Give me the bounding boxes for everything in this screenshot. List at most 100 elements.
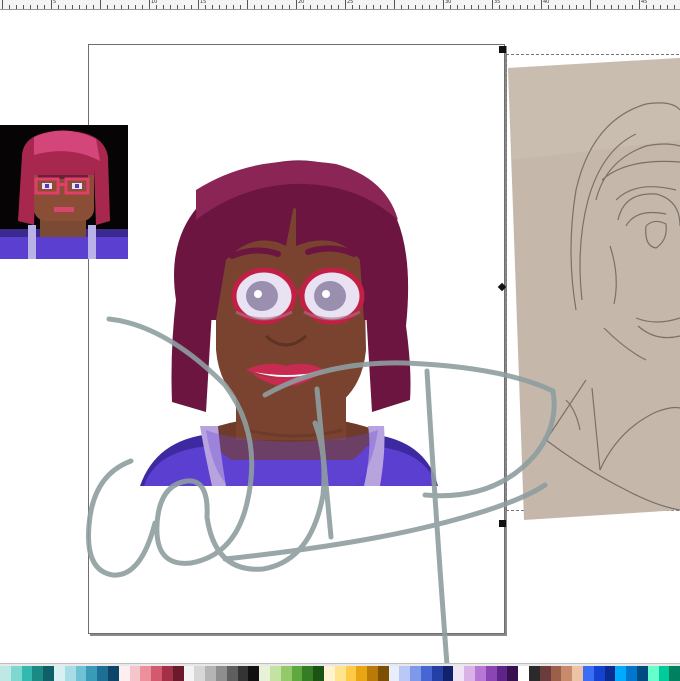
ruler-tick [373,5,374,9]
ruler-tick [219,5,220,9]
color-swatch[interactable] [194,666,206,681]
color-swatch[interactable] [97,666,108,681]
color-palette-bar[interactable] [0,663,680,681]
color-swatch[interactable] [226,666,238,681]
color-swatch[interactable] [507,666,519,681]
color-swatch[interactable] [161,666,173,681]
ruler-tick [58,5,59,9]
color-swatch[interactable] [32,666,44,681]
color-swatch[interactable] [172,666,184,681]
color-swatch[interactable] [64,666,76,681]
color-swatch[interactable] [442,666,454,681]
color-swatch[interactable] [658,666,670,681]
top-ruler[interactable]: 5 10 15 20 25 30 35 40 45 [0,0,680,10]
color-swatch[interactable] [107,666,119,681]
color-swatch[interactable] [593,666,605,681]
color-swatch[interactable] [345,666,357,681]
color-swatch[interactable] [10,666,22,681]
color-swatch[interactable] [464,666,476,681]
color-swatch[interactable] [647,666,659,681]
ruler-tick [107,5,108,9]
pixel-art-reference-image[interactable] [0,125,128,259]
color-swatch[interactable] [269,666,281,681]
resize-handle-top-right[interactable] [499,46,506,53]
color-swatch[interactable] [453,666,465,681]
ruler-tick [86,5,87,9]
color-swatches[interactable] [0,666,680,681]
resize-handle-bottom-right[interactable] [499,520,506,527]
color-swatch[interactable] [280,666,292,681]
ruler-tick [457,5,458,9]
color-swatch[interactable] [21,666,33,681]
ruler-tick [499,5,500,9]
ruler-tick [261,5,262,9]
color-swatch[interactable] [118,666,130,681]
color-swatch[interactable] [496,666,508,681]
color-swatch[interactable] [583,666,594,681]
color-swatch[interactable] [485,666,497,681]
color-swatch[interactable] [626,666,638,681]
color-swatch[interactable] [0,666,11,681]
color-swatch[interactable] [334,666,346,681]
ruler-tick [604,5,605,9]
pencil-sketch-reference-photo[interactable] [506,50,680,522]
color-swatch[interactable] [237,666,249,681]
ruler-tick [632,5,633,9]
color-swatch[interactable] [431,666,443,681]
color-swatch[interactable] [140,666,152,681]
ruler-tick [527,5,528,9]
color-swatch[interactable] [604,666,616,681]
color-swatch[interactable] [539,666,551,681]
color-swatch[interactable] [248,666,260,681]
color-swatch[interactable] [367,666,378,681]
ruler-label: 25 [347,0,354,5]
color-swatch[interactable] [302,666,314,681]
color-swatch[interactable] [313,666,324,681]
ruler-label: 15 [200,0,207,5]
ruler-tick [149,0,150,9]
ruler-tick [408,5,409,9]
color-swatch[interactable] [518,666,530,681]
color-swatch[interactable] [388,666,400,681]
color-swatch[interactable] [151,666,162,681]
color-swatch[interactable] [410,666,422,681]
ruler-tick [114,5,115,9]
color-swatch[interactable] [637,666,648,681]
color-swatch[interactable] [75,666,87,681]
color-swatch[interactable] [377,666,389,681]
color-swatch[interactable] [399,666,411,681]
color-swatch[interactable] [475,666,486,681]
ruler-tick [471,5,472,9]
ruler-tick [506,5,507,9]
color-swatch[interactable] [259,666,270,681]
vector-portrait-illustration[interactable] [136,150,442,502]
color-swatch[interactable] [129,666,141,681]
color-swatch[interactable] [323,666,335,681]
ruler-tick [429,5,430,9]
color-swatch[interactable] [205,666,216,681]
color-swatch[interactable] [550,666,562,681]
color-swatch[interactable] [421,666,432,681]
ruler-tick [331,5,332,9]
ruler-tick [212,5,213,9]
color-swatch[interactable] [183,666,195,681]
color-swatch[interactable] [529,666,540,681]
color-swatch[interactable] [86,666,98,681]
color-swatch[interactable] [572,666,584,681]
color-swatch[interactable] [53,666,65,681]
ruler-tick [198,0,199,9]
ruler-tick [639,0,640,9]
drawing-canvas[interactable]: wip [0,10,680,665]
color-swatch[interactable] [669,666,680,681]
ruler-label: 45 [641,0,648,5]
color-swatch[interactable] [43,666,54,681]
ruler-tick [555,5,556,9]
ruler-tick [9,5,10,9]
ruler-tick [275,5,276,9]
color-swatch[interactable] [615,666,627,681]
color-swatch[interactable] [291,666,303,681]
color-swatch[interactable] [356,666,368,681]
color-swatch[interactable] [561,666,573,681]
color-swatch[interactable] [215,666,227,681]
ruler-tick [37,5,38,9]
